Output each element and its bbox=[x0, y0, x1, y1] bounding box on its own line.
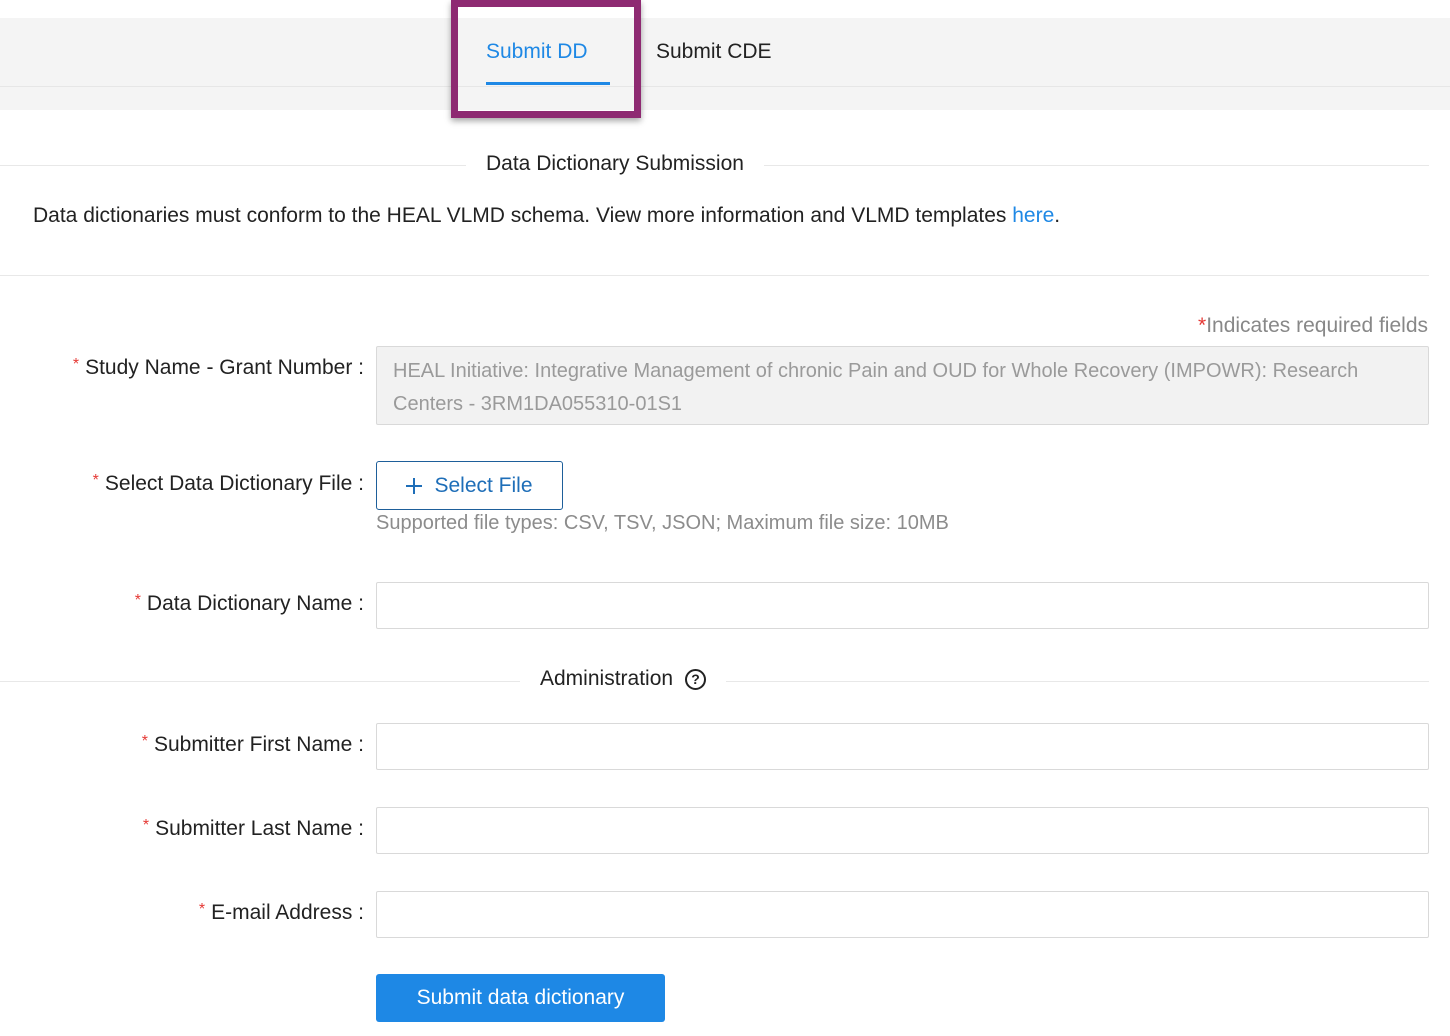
first-name-field[interactable] bbox=[376, 723, 1429, 770]
dd-name-label: * Data Dictionary Name : bbox=[134, 592, 364, 615]
dd-file-label: * Select Data Dictionary File : bbox=[92, 472, 364, 495]
first-name-label: * Submitter First Name : bbox=[141, 733, 364, 756]
email-field[interactable] bbox=[376, 891, 1429, 938]
admin-title-text: Administration bbox=[540, 667, 674, 690]
required-star: * bbox=[1198, 314, 1207, 337]
templates-link[interactable]: here bbox=[1012, 204, 1054, 227]
last-name-field[interactable] bbox=[376, 807, 1429, 854]
first-name-input[interactable] bbox=[377, 724, 1428, 769]
question-circle-icon[interactable]: ? bbox=[685, 668, 707, 690]
required-note-text: Indicates required fields bbox=[1206, 314, 1428, 337]
intro-body: Data dictionaries must conform to the HE… bbox=[33, 204, 1013, 227]
study-name-label: * Study Name - Grant Number : bbox=[72, 356, 364, 379]
last-name-input[interactable] bbox=[377, 808, 1428, 853]
dd-name-input[interactable] bbox=[377, 583, 1428, 628]
submit-dd-button[interactable]: Submit data dictionary bbox=[376, 974, 665, 1022]
dd-name-field[interactable] bbox=[376, 582, 1429, 629]
intro-end: . bbox=[1054, 204, 1061, 227]
active-tab-indicator bbox=[486, 82, 610, 85]
select-file-label: Select File bbox=[434, 473, 533, 497]
tab-submit-dd[interactable]: Submit DD bbox=[486, 18, 588, 86]
email-label: * E-mail Address : bbox=[198, 901, 364, 924]
tab-bar-divider bbox=[0, 86, 1450, 87]
select-file-button[interactable]: Select File bbox=[376, 461, 563, 510]
admin-title: Administration ? bbox=[520, 667, 727, 691]
required-fields-note: *Indicates required fields bbox=[1198, 314, 1428, 338]
section-title: Data Dictionary Submission bbox=[466, 152, 764, 176]
tab-submit-cde[interactable]: Submit CDE bbox=[656, 18, 772, 86]
last-name-label: * Submitter Last Name : bbox=[142, 817, 364, 840]
intro-text: Data dictionaries must conform to the HE… bbox=[33, 204, 1060, 228]
plus-icon bbox=[406, 477, 423, 494]
email-input[interactable] bbox=[377, 892, 1428, 937]
study-name-field: HEAL Initiative: Integrative Management … bbox=[376, 346, 1429, 425]
file-type-hint: Supported file types: CSV, TSV, JSON; Ma… bbox=[376, 512, 949, 534]
intro-divider bbox=[0, 275, 1429, 276]
